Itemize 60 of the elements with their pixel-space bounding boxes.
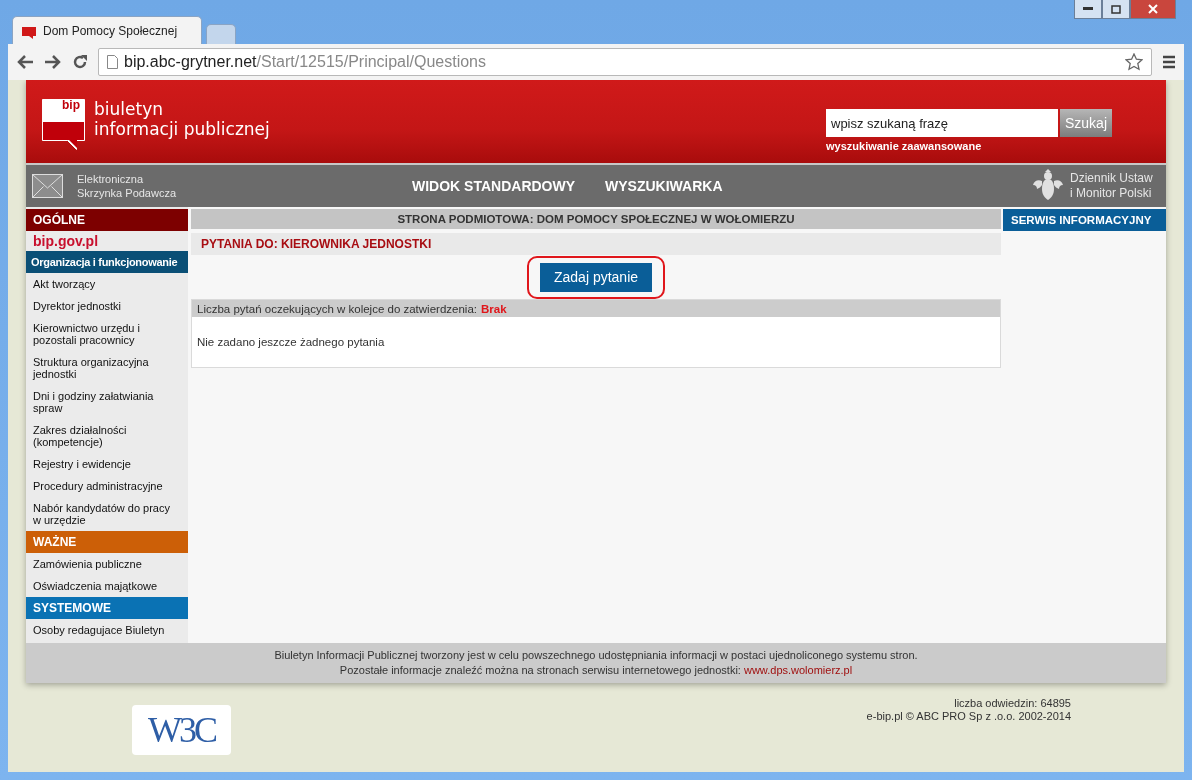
- sidebar-link[interactable]: Oświadczenia majątkowe: [26, 575, 188, 597]
- sidebar-link[interactable]: Akt tworzący: [26, 273, 188, 295]
- close-icon: [1148, 4, 1158, 14]
- sidebar-link[interactable]: Dyrektor jednostki: [26, 295, 188, 317]
- footer-text: Biuletyn Informacji Publicznej tworzony jest w celu powszechnego udostępniania informacji w postaci ujednoliconego systemu stron.: [274, 648, 918, 663]
- search-field[interactable]: wpisz szukaną frazę: [826, 109, 1058, 137]
- sidebar-link[interactable]: Dni i godziny załatwiania spraw: [26, 385, 188, 419]
- sidebar-section-header: SYSTEMOWE: [26, 597, 188, 619]
- minimize-icon: [1083, 7, 1093, 11]
- advanced-search-link[interactable]: wyszukiwanie zaawansowane: [826, 140, 1112, 152]
- minimize-button[interactable]: [1074, 0, 1102, 19]
- logo-text: informacji publicznej: [94, 119, 270, 139]
- queue-value: Brak: [481, 302, 507, 315]
- tab-title: Dom Pomocy Społecznej: [43, 23, 178, 38]
- url-path: /Start/12515/Principal/Questions: [256, 53, 486, 71]
- journal-link[interactable]: i Monitor Polski: [1070, 186, 1153, 201]
- sidebar-section-header: OGÓLNE: [26, 209, 188, 231]
- footer-text: Pozostałe informacje znaleźć można na stronach serwisu internetowego jednostki: www.dps.wolomierz.pl: [339, 663, 853, 678]
- page-title: STRONA PODMIOTOWA: DOM POMOCY SPOŁECZNEJ W WOŁOMIERZU: [191, 209, 1001, 229]
- sidebar-link[interactable]: Procedury administracyjne: [26, 475, 188, 497]
- bip-logo-icon: [42, 99, 86, 151]
- menu-icon[interactable]: [1162, 55, 1176, 69]
- page-icon: [107, 55, 118, 69]
- browser-tab[interactable]: Dom Pomocy Społecznej: [12, 16, 202, 44]
- maximize-icon: [1111, 4, 1121, 14]
- sidebar-link[interactable]: Osoby redagujace Biuletyn: [26, 619, 188, 641]
- ask-question-button[interactable]: Zadaj pytanie: [539, 262, 653, 292]
- nav-link[interactable]: WIDOK STANDARDOWY: [412, 178, 576, 194]
- sidebar-category[interactable]: Organizacja i funkcjonowanie: [26, 251, 188, 273]
- back-icon[interactable]: [16, 54, 34, 70]
- bip-gov-link[interactable]: bip.gov.pl: [26, 231, 188, 251]
- right-panel-title: SERWIS INFORMACYJNY: [1003, 209, 1166, 231]
- w3c-badge[interactable]: W3C: [132, 705, 231, 755]
- sidebar-link[interactable]: Nabór kandydatów do pracy w urzędzie: [26, 497, 188, 531]
- sidebar-link[interactable]: Rejestry i ewidencje: [26, 453, 188, 475]
- sidebar-link[interactable]: Struktura organizacyjna jednostki: [26, 351, 188, 385]
- address-bar[interactable]: bip.abc-grytner.net/Start/12515/Principal/Questions: [98, 48, 1152, 76]
- sidebar-link[interactable]: Kierownictwo urzędu i pozostali pracownicy: [26, 317, 188, 351]
- maximize-button[interactable]: [1102, 0, 1130, 19]
- questions-title: PYTANIA DO: KIEROWNIKA JEDNOSTKI: [191, 233, 1001, 255]
- inbox-label[interactable]: Elektroniczna: [77, 172, 177, 186]
- inbox-label[interactable]: Skrzynka Podawcza: [77, 186, 177, 200]
- sidebar-link[interactable]: Zakres działalności (kompetencje): [26, 419, 188, 453]
- url-host: bip.abc-grytner.net: [124, 53, 257, 71]
- empty-message: Nie zadano jeszcze żadnego pytania: [196, 335, 386, 350]
- sidebar-link[interactable]: Zamówienia publiczne: [26, 553, 188, 575]
- forward-icon[interactable]: [44, 54, 62, 70]
- queue-label: Liczba pytań oczekujących w kolejce do zatwierdzenia:: [197, 302, 477, 315]
- reload-icon[interactable]: [72, 54, 88, 70]
- logo-mark: bip: [62, 98, 80, 112]
- visit-counter: liczba odwiedzin: 64895: [954, 697, 1071, 710]
- nav-link[interactable]: WYSZUKIWARKA: [605, 178, 723, 194]
- close-button[interactable]: [1130, 0, 1176, 19]
- journal-link[interactable]: Dziennik Ustaw: [1070, 171, 1153, 186]
- website-link[interactable]: www.dps.wolomierz.pl: [744, 664, 853, 676]
- eagle-icon: [1032, 169, 1064, 203]
- logo-text: biuletyn: [94, 99, 164, 119]
- star-icon[interactable]: [1125, 53, 1143, 71]
- copyright-text: e-bip.pl © ABC PRO Sp z .o.o. 2002-2014: [866, 710, 1071, 723]
- sidebar-section-header: WAŻNE: [26, 531, 188, 553]
